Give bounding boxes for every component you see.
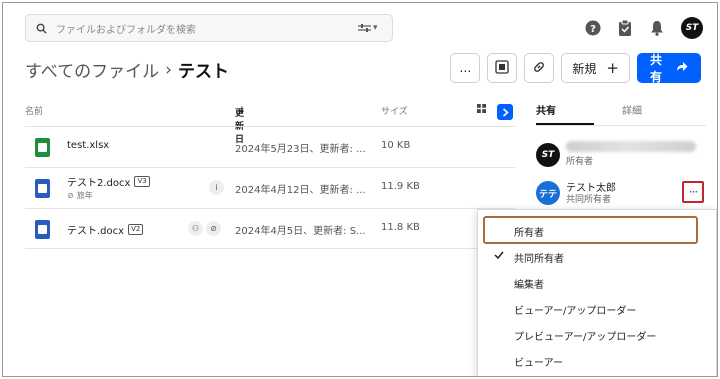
svg-text:?: ? <box>590 24 596 35</box>
menu-item-previewer-uploader[interactable]: プレビューアー/アップローダー <box>514 328 656 343</box>
menu-item-co-owner[interactable]: 共同所有者 <box>514 250 564 265</box>
clipboard-icon[interactable] <box>609 14 641 42</box>
file-name[interactable]: テスト2.docx <box>67 174 130 189</box>
tag-icon: ⊘ <box>67 191 74 200</box>
file-name[interactable]: テスト.docx <box>67 222 124 237</box>
share-button[interactable]: 共有 <box>637 53 701 84</box>
app-window: ファイルおよびフォルダを検索 ▾ ? ST すべてのファイル › テスト … 新… <box>2 2 718 377</box>
tab-details[interactable]: 詳細 <box>622 102 642 117</box>
search-filter-icon[interactable]: ▾ <box>358 23 392 33</box>
menu-item-viewer-uploader[interactable]: ビューアー/アップローダー <box>514 302 636 317</box>
top-toolbar: ? ST <box>577 14 717 42</box>
file-size: 11.8 KB <box>381 222 420 233</box>
chevron-right-icon <box>502 107 509 117</box>
new-button-label: 新規 <box>572 61 597 76</box>
file-modified: 2024年4月12日、更新者: ... <box>235 185 366 196</box>
word-file-icon <box>35 179 50 198</box>
column-name[interactable]: 名前 <box>25 104 43 117</box>
arrow-down-icon: ↓ <box>238 106 246 116</box>
file-name-group: テスト2.docx V3 <box>67 174 150 189</box>
tab-divider <box>536 125 706 126</box>
member-owner: ST 所有者 <box>536 141 706 175</box>
file-list: test.xlsx 2024年5月23日、更新者: ... 10 KB テスト2… <box>25 126 515 249</box>
search-icon <box>26 23 56 34</box>
copy-link-button[interactable] <box>524 53 555 83</box>
file-name[interactable]: test.xlsx <box>67 140 109 151</box>
search-bar[interactable]: ファイルおよびフォルダを検索 ▾ <box>25 14 393 42</box>
excel-file-icon <box>35 138 50 157</box>
avatar: テテ <box>536 181 560 205</box>
version-badge: V2 <box>128 224 144 235</box>
word-file-icon <box>35 220 50 239</box>
shared-people-icon[interactable]: ⚇ <box>188 221 203 236</box>
panel-toggle-button[interactable] <box>497 104 513 120</box>
row-icons: i <box>209 180 224 195</box>
copy-button[interactable] <box>487 53 518 83</box>
folder-actions: … 新規 + 共有 <box>450 53 701 84</box>
file-tag[interactable]: ⊘ 旅年 <box>67 190 93 201</box>
menu-item-owner[interactable]: 所有者 <box>514 224 544 239</box>
menu-item-viewer[interactable]: ビューアー <box>514 354 563 369</box>
row-icons: ⚇ ⊘ <box>188 221 221 236</box>
file-name-group: テスト.docx V2 <box>67 222 144 237</box>
member-more-button[interactable]: ··· <box>682 181 704 203</box>
member-role: 共同所有者 <box>566 195 612 205</box>
copy-icon <box>495 59 510 77</box>
link-icon <box>532 60 546 77</box>
grid-view-icon[interactable] <box>477 104 486 116</box>
avatar: ST <box>536 143 560 167</box>
table-row[interactable]: test.xlsx 2024年5月23日、更新者: ... 10 KB <box>25 126 515 167</box>
help-icon[interactable]: ? <box>577 14 609 42</box>
blurred-member-name <box>566 141 696 152</box>
user-avatar[interactable]: ST <box>681 17 703 39</box>
share-arrow-icon <box>676 61 688 75</box>
column-size[interactable]: サイズ <box>381 104 408 117</box>
search-input[interactable]: ファイルおよびフォルダを検索 <box>56 21 358 36</box>
file-modified: 2024年5月23日、更新者: ... <box>235 144 366 155</box>
new-button[interactable]: 新規 + <box>561 53 630 83</box>
version-badge: V3 <box>134 176 150 187</box>
file-size: 11.9 KB <box>381 181 420 192</box>
file-tag-label: 旅年 <box>76 191 93 200</box>
table-row[interactable]: テスト.docx V2 ⚇ ⊘ 2024年4月5日、更新者: S... 11.8… <box>25 208 515 249</box>
file-modified: 2024年4月5日、更新者: S... <box>235 226 366 237</box>
info-icon[interactable]: i <box>209 180 224 195</box>
plus-icon: + <box>606 59 619 77</box>
member-role: 所有者 <box>566 157 594 167</box>
file-size: 10 KB <box>381 140 411 151</box>
chevron-down-icon: ▾ <box>373 23 378 33</box>
link-icon[interactable]: ⊘ <box>206 221 221 236</box>
file-table-header: 名前 更新日 ↓ サイズ <box>25 102 515 145</box>
breadcrumb-separator: › <box>165 59 172 80</box>
tab-share[interactable]: 共有 <box>536 102 556 117</box>
breadcrumb-current: テスト <box>177 62 229 82</box>
table-row[interactable]: テスト2.docx V3 ⊘ 旅年 i 2024年4月12日、更新者: ... … <box>25 167 515 208</box>
breadcrumb: すべてのファイル › テスト <box>25 57 229 83</box>
role-dropdown-menu: 所有者 共同所有者 編集者 ビューアー/アップローダー プレビューアー/アップロ… <box>477 209 717 376</box>
more-actions-button[interactable]: … <box>450 53 481 83</box>
menu-item-editor[interactable]: 編集者 <box>514 276 544 291</box>
share-button-label: 共有 <box>650 53 663 84</box>
bell-icon[interactable] <box>641 14 673 42</box>
checkmark-icon <box>494 251 504 262</box>
member-co-owner: テテ テスト太郎 共同所有者 ··· <box>536 179 706 213</box>
breadcrumb-parent[interactable]: すべてのファイル <box>25 57 159 82</box>
